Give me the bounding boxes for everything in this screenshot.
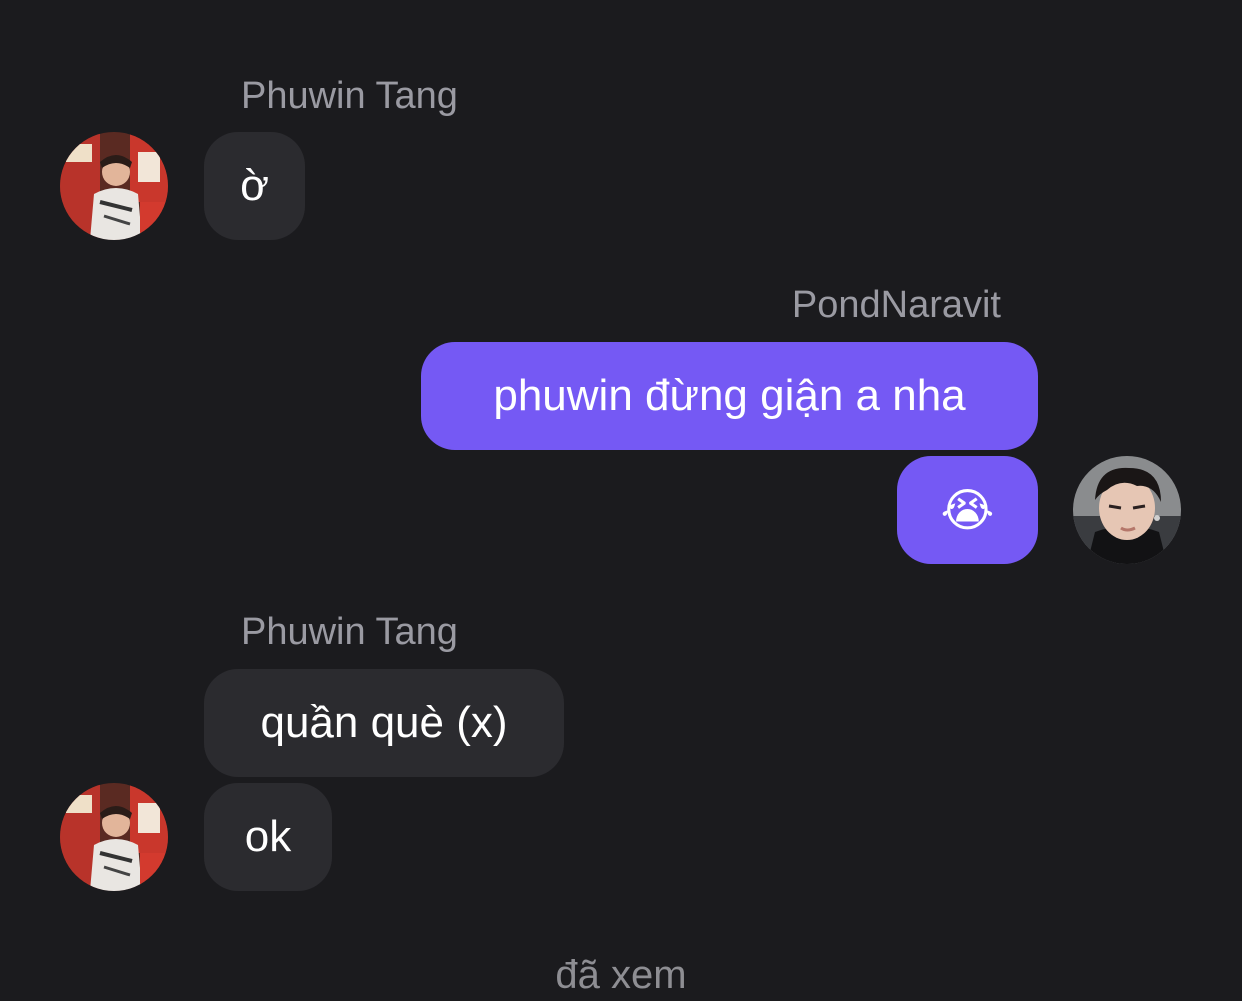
message-bubble[interactable]: ok: [204, 783, 332, 891]
sender-name-pond: PondNaravit: [791, 284, 1001, 326]
phuwin-avatar[interactable]: [60, 783, 168, 891]
message-text: quần què (x): [260, 698, 508, 747]
crying-face-emoji-icon: 😭: [940, 483, 995, 537]
sender-name-phuwin: Phuwin Tang: [241, 75, 458, 117]
message-text: phuwin đừng giận a nha: [493, 371, 966, 420]
message-bubble[interactable]: 😭: [897, 456, 1038, 564]
message-bubble[interactable]: ờ: [204, 132, 305, 240]
sender-name-phuwin: Phuwin Tang: [241, 611, 458, 653]
phuwin-avatar-photo-icon: [60, 132, 168, 240]
message-bubble[interactable]: quần què (x): [204, 669, 564, 777]
pond-avatar[interactable]: [1073, 456, 1181, 564]
message-bubble[interactable]: phuwin đừng giận a nha: [421, 342, 1038, 450]
message-text: ờ: [240, 161, 269, 210]
pond-avatar-photo-icon: [1073, 456, 1181, 564]
phuwin-avatar[interactable]: [60, 132, 168, 240]
phuwin-avatar-photo-icon: [60, 783, 168, 891]
message-text: ok: [244, 812, 292, 861]
read-receipt: đã xem: [555, 953, 687, 997]
